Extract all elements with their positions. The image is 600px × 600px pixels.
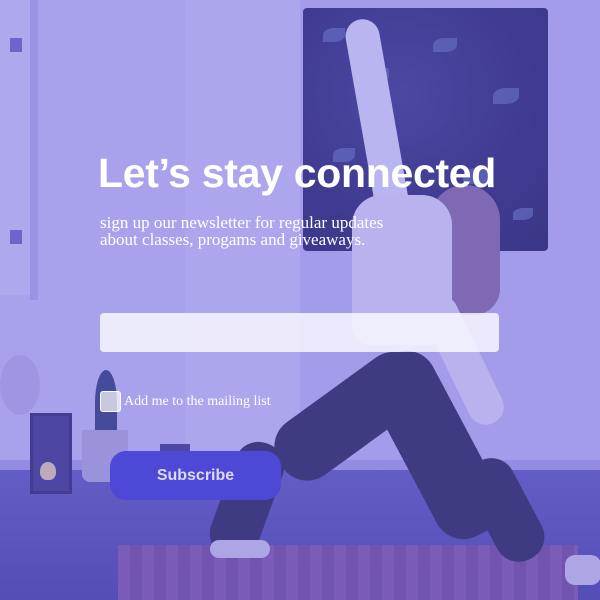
page-title: Let’s stay connected	[98, 150, 497, 196]
mailing-list-checkbox[interactable]	[100, 391, 121, 412]
newsletter-signup-screen: Let’s stay connected sign up our newslet…	[0, 0, 600, 600]
mailing-list-label: Add me to the mailing list	[124, 393, 271, 409]
mailing-list-option[interactable]: Add me to the mailing list	[100, 391, 271, 412]
newsletter-description: sign up our newsletter for regular updat…	[100, 213, 384, 249]
email-field[interactable]	[100, 313, 499, 352]
color-overlay	[0, 0, 600, 600]
subscribe-button[interactable]: Subscribe	[110, 451, 281, 500]
